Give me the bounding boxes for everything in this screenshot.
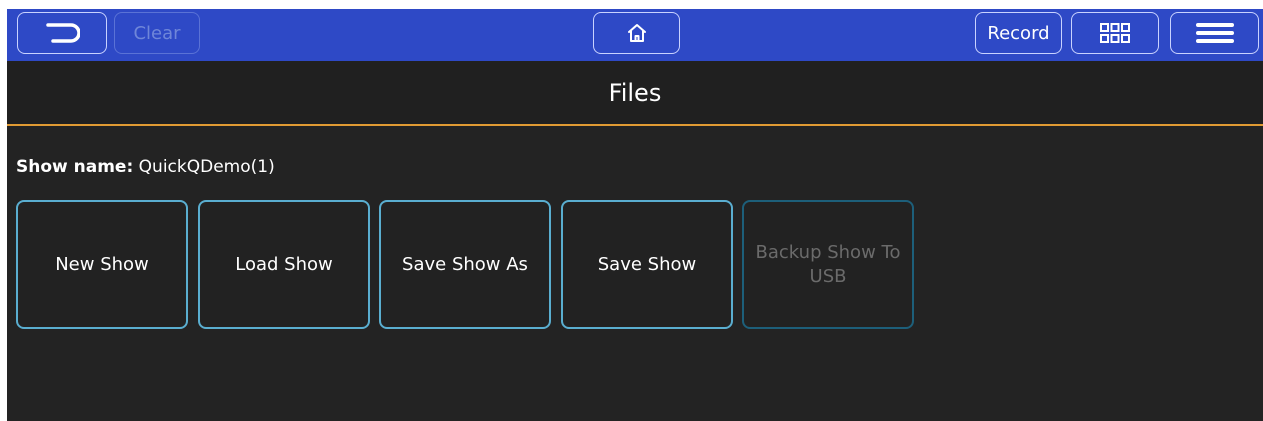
new-show-label: New Show (55, 253, 149, 275)
show-name-label: Show name: (16, 157, 134, 177)
show-name-row: Show name: QuickQDemo(1) (16, 157, 275, 177)
files-screen: Clear Record Files Show name: QuickQDemo… (7, 9, 1263, 421)
clear-button[interactable]: Clear (114, 12, 200, 54)
top-toolbar: Clear Record (7, 9, 1263, 61)
record-button-label: Record (987, 22, 1050, 44)
backup-show-to-usb-button[interactable]: Backup Show To USB (742, 200, 914, 329)
clear-button-label: Clear (133, 22, 181, 44)
grid-view-button[interactable] (1071, 12, 1159, 54)
title-bar: Files (7, 61, 1263, 126)
save-show-as-label: Save Show As (402, 253, 528, 275)
menu-button[interactable] (1170, 12, 1259, 54)
backup-show-to-usb-label: Backup Show To USB (755, 241, 901, 287)
undo-arrow-icon (46, 23, 80, 43)
back-button[interactable] (17, 12, 107, 54)
save-show-label: Save Show (597, 253, 697, 275)
new-show-button[interactable]: New Show (16, 200, 188, 329)
hamburger-menu-icon (1195, 23, 1234, 43)
record-button[interactable]: Record (975, 12, 1062, 54)
grid-icon (1100, 23, 1130, 43)
load-show-label: Load Show (235, 253, 333, 275)
page-title: Files (608, 78, 662, 107)
save-show-as-button[interactable]: Save Show As (379, 200, 551, 329)
home-icon (627, 24, 646, 42)
save-show-button[interactable]: Save Show (561, 200, 733, 329)
home-button[interactable] (593, 12, 680, 54)
load-show-button[interactable]: Load Show (198, 200, 370, 329)
show-name-value: QuickQDemo(1) (138, 157, 275, 177)
